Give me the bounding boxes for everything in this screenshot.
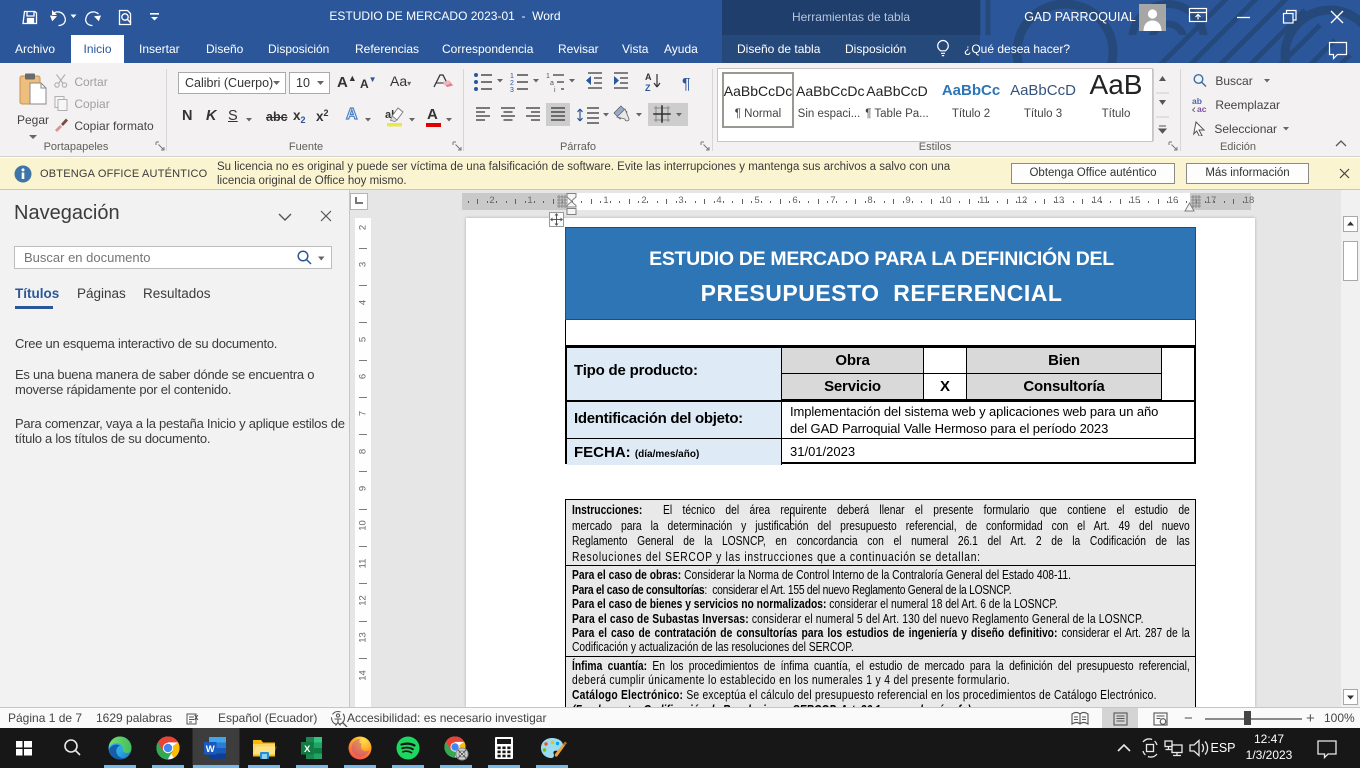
svg-text:1: 1 [510, 73, 514, 80]
svg-text:ac: ac [1197, 104, 1207, 112]
svg-text:1: 1 [546, 73, 550, 80]
svg-text:3: 3 [510, 87, 514, 94]
svg-text:W: W [206, 744, 215, 755]
svg-text:i: i [554, 87, 556, 94]
svg-text:A: A [645, 72, 652, 82]
svg-text:X: X [304, 744, 311, 755]
svg-text:a: a [550, 80, 554, 87]
svg-text:¶: ¶ [682, 76, 691, 93]
svg-text:x: x [194, 712, 199, 722]
svg-text:Z: Z [645, 83, 651, 93]
svg-text:2: 2 [510, 80, 514, 87]
